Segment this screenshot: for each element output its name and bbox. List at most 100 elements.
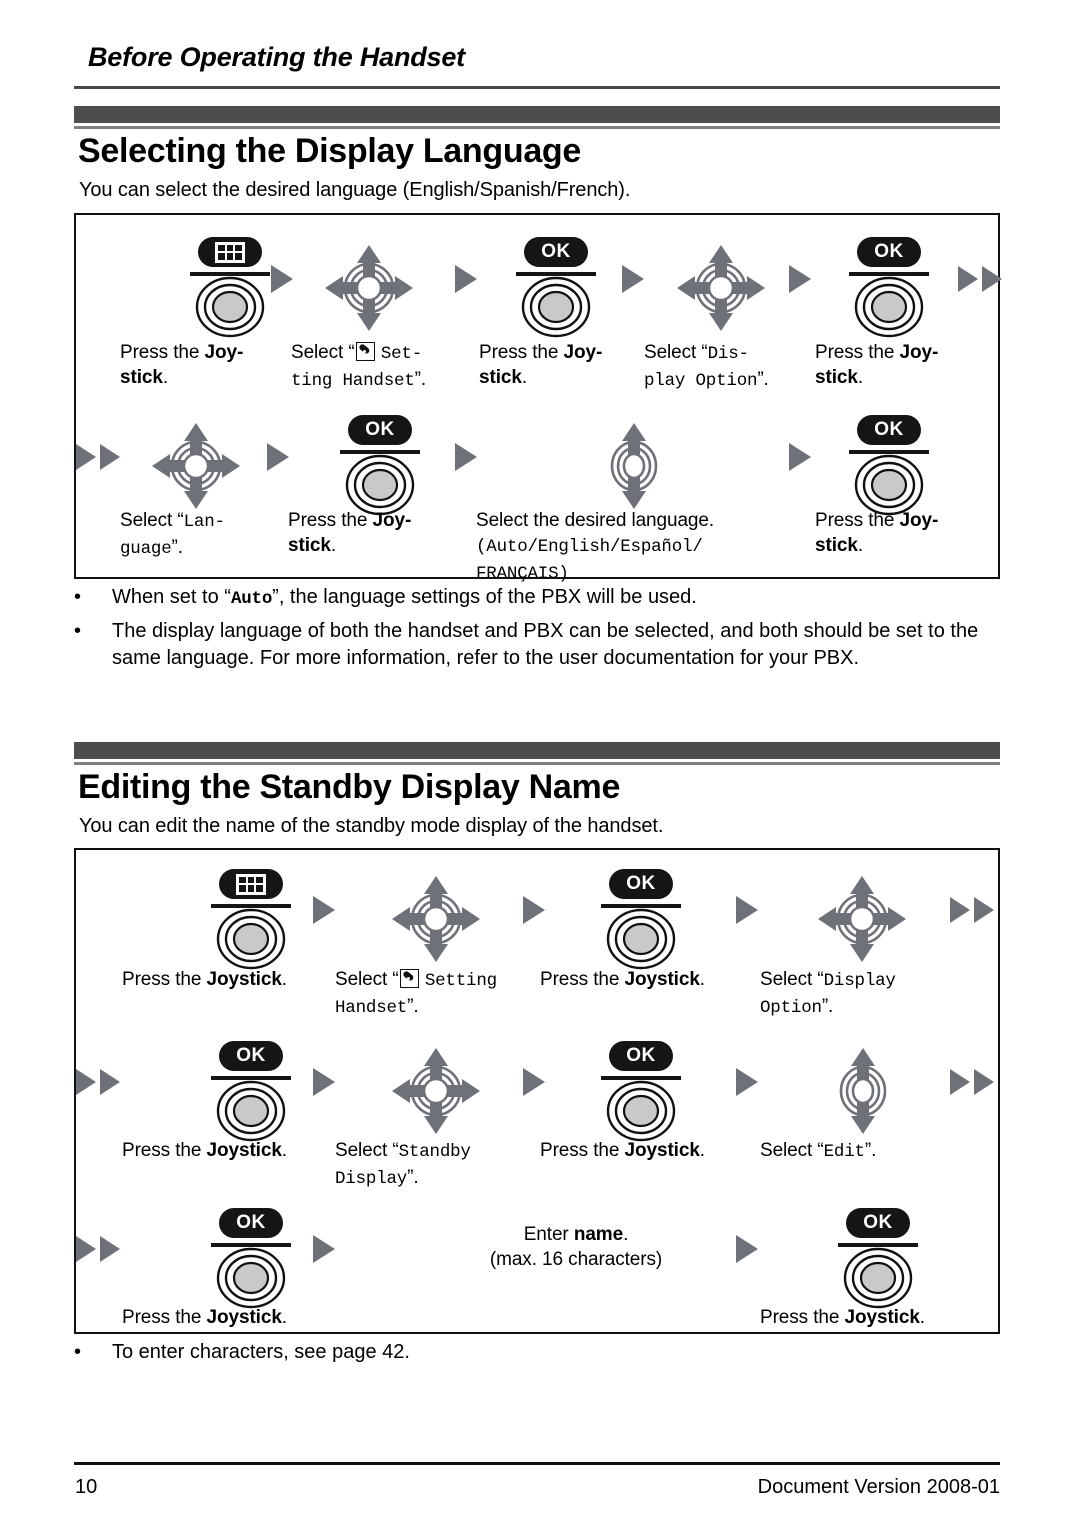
step-ok-key-4: OK: [849, 415, 929, 516]
joystick-ring-icon: [606, 908, 676, 970]
step-joystick-updown-2: [828, 1046, 898, 1141]
joystick-ring-icon: [854, 276, 924, 338]
double-triangle-arrow-icon: [76, 444, 120, 470]
running-header-title: Before Operating the Handset: [88, 42, 465, 72]
play-triangle-arrow-icon: [736, 1235, 758, 1263]
ok-key-icon: OK: [609, 1041, 673, 1071]
step-joystick-4way-1: [321, 243, 417, 338]
note-bullet: • The display language of both the hands…: [74, 618, 1004, 672]
joystick-4way-icon: [325, 245, 413, 331]
bullet-dot: •: [74, 620, 82, 642]
step-caption: Select “Display Option”.: [760, 969, 896, 1018]
step-caption: Select “ Setting Handset”.: [335, 969, 497, 1018]
banner-underline: [74, 126, 1000, 129]
section-2-title: Editing the Standby Display Name: [78, 768, 621, 806]
step-caption-enter-name: Enter name. (max. 16 characters): [489, 1224, 663, 1270]
joystick-ring-icon: [195, 276, 265, 338]
joystick-ring-icon: [843, 1247, 913, 1309]
joystick-4way-icon: [818, 876, 906, 962]
step-ok-key-6: OK: [211, 1041, 291, 1142]
play-triangle-arrow-icon: [622, 265, 644, 293]
bullet-dot: •: [74, 1341, 82, 1363]
step-caption: Press the Joy-stick.: [815, 342, 939, 388]
grid-glyph: [215, 241, 245, 263]
joystick-4way-icon: [392, 1048, 480, 1134]
note-bullet: • When set to “Auto”, the language setti…: [74, 584, 1004, 613]
step-menu-key-1: [190, 237, 270, 338]
step-ok-key-1: OK: [516, 237, 596, 338]
step-caption: Select “Edit”.: [760, 1140, 877, 1162]
play-triangle-arrow-icon: [313, 1235, 335, 1263]
step-caption: Press the Joystick.: [540, 1140, 705, 1161]
joystick-ring-icon: [606, 1080, 676, 1142]
header-rule: [74, 86, 1000, 89]
play-triangle-arrow-icon: [313, 1068, 335, 1096]
double-triangle-arrow-icon: [950, 1069, 994, 1095]
step-joystick-4way-6: [388, 1046, 484, 1141]
joystick-4way-icon: [677, 245, 765, 331]
step-caption: Select “Standby Display”.: [335, 1140, 471, 1189]
joystick-4way-icon: [392, 876, 480, 962]
double-triangle-arrow-icon: [950, 897, 994, 923]
ok-key-icon: OK: [857, 415, 921, 445]
section-banner-2: [74, 742, 1000, 765]
double-triangle-arrow-icon: [76, 1069, 120, 1095]
step-joystick-4way-2: [673, 243, 769, 338]
play-triangle-arrow-icon: [455, 443, 477, 471]
play-triangle-arrow-icon: [736, 1068, 758, 1096]
banner-bar: [74, 106, 1000, 123]
bullet-dot: •: [74, 586, 82, 608]
ok-key-icon: OK: [609, 869, 673, 899]
joystick-ring-icon: [216, 1247, 286, 1309]
note-text: To enter characters, see page 42.: [112, 1341, 410, 1363]
play-triangle-arrow-icon: [313, 896, 335, 924]
section-1-title: Selecting the Display Language: [78, 132, 582, 170]
joystick-ring-icon: [216, 908, 286, 970]
play-triangle-arrow-icon: [271, 265, 293, 293]
play-triangle-arrow-icon: [267, 443, 289, 471]
ok-key-icon: OK: [219, 1041, 283, 1071]
step-ok-key-5: OK: [601, 869, 681, 970]
step-ok-key-2: OK: [849, 237, 929, 338]
play-triangle-arrow-icon: [789, 265, 811, 293]
step-caption: Press the Joy-stick.: [815, 510, 939, 556]
step-caption: Select the desired language. (Auto/Englis…: [476, 510, 715, 584]
footer-rule: [74, 1462, 1000, 1465]
flow-diagram-standby-name: OK Press the Joystick. Select “ Setting …: [74, 848, 1000, 1334]
step-caption: Press the Joy-stick.: [479, 342, 603, 388]
section-1-intro: You can select the desired language (Eng…: [79, 179, 631, 201]
step-caption: Press the Joystick.: [122, 1140, 287, 1161]
menu-grid-key-icon: [198, 237, 262, 267]
page-number: 10: [75, 1476, 98, 1498]
step-caption: Select “ Set-ting Handset”.: [291, 342, 427, 391]
step-caption: Press the Joystick.: [122, 969, 287, 990]
ok-key-icon: OK: [857, 237, 921, 267]
play-triangle-arrow-icon: [455, 265, 477, 293]
step-caption: Press the Joy-stick.: [120, 342, 244, 388]
step-ok-key-8: OK: [211, 1208, 291, 1309]
step-caption: Press the Joy-stick.: [288, 510, 412, 556]
play-triangle-arrow-icon: [736, 896, 758, 924]
joystick-ring-icon: [216, 1080, 286, 1142]
document-page: Before Operating the Handset Selecting t…: [0, 0, 1080, 1529]
play-triangle-arrow-icon: [523, 1068, 545, 1096]
step-joystick-updown-1: [599, 421, 669, 516]
ok-key-icon: OK: [219, 1208, 283, 1238]
document-version: Document Version 2008-01: [757, 1476, 1000, 1498]
banner-underline: [74, 762, 1000, 765]
step-ok-key-9: OK: [838, 1208, 918, 1309]
ok-key-icon: OK: [348, 415, 412, 445]
step-caption: Select “Lan-guage”.: [120, 510, 225, 559]
section-2-intro: You can edit the name of the standby mod…: [79, 815, 664, 837]
note-text: When set to “Auto”, the language setting…: [112, 586, 697, 609]
step-ok-key-3: OK: [340, 415, 420, 516]
menu-grid-key-icon: [219, 869, 283, 899]
ok-key-icon: OK: [846, 1208, 910, 1238]
double-triangle-arrow-icon: [76, 1236, 120, 1262]
section-banner-1: [74, 106, 1000, 129]
double-triangle-arrow-icon: [958, 266, 1002, 292]
joystick-up-down-icon: [610, 423, 658, 509]
step-joystick-4way-3: [148, 421, 244, 516]
joystick-4way-icon: [152, 423, 240, 509]
joystick-ring-icon: [345, 454, 415, 516]
